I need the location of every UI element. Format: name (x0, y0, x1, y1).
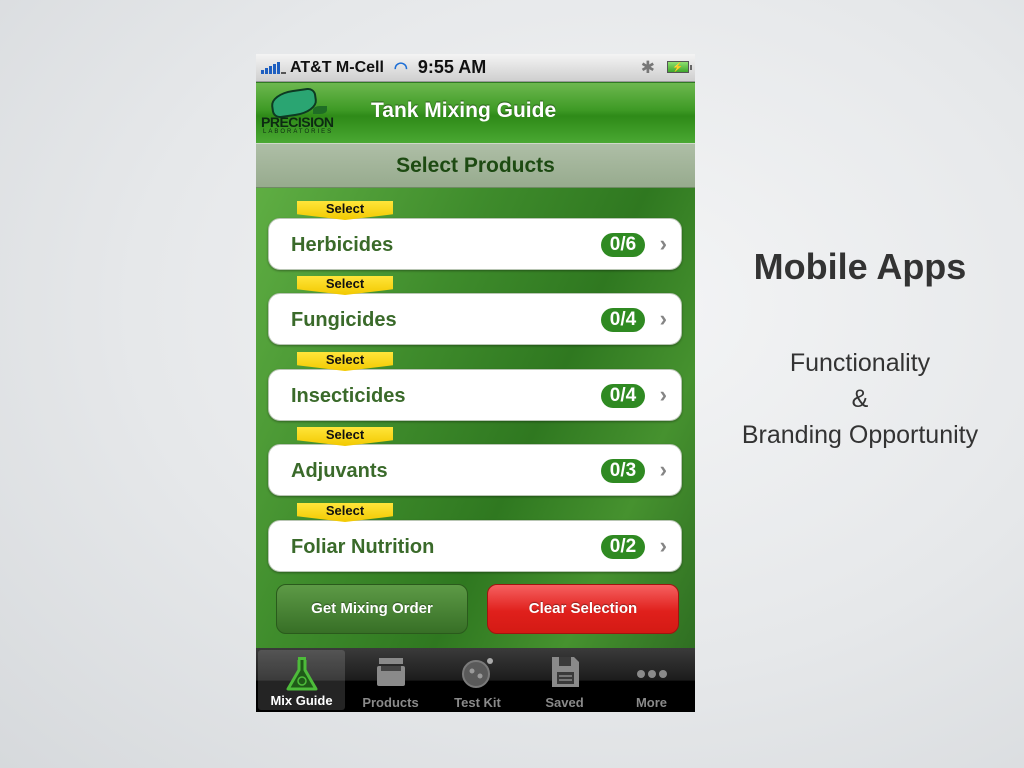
slide-title: Mobile Apps (753, 246, 967, 287)
status-bar: AT&T M-Cell ◠ 9:55 AM ✱ ⚡ (256, 54, 695, 82)
signal-icon (261, 61, 286, 74)
more-dots-icon (636, 670, 667, 678)
nav-bar: PRECISION LABORATORIES Tank Mixing Guide (256, 83, 695, 143)
tab-bar: Mix Guide Products Test Kit Saved More (256, 648, 695, 712)
tab-label: Products (362, 695, 419, 710)
tab-mix-guide[interactable]: Mix Guide (258, 650, 345, 710)
chevron-right-icon: › (659, 382, 667, 407)
wifi-icon: ◠ (393, 59, 408, 77)
category-row-insecticides[interactable]: Select Insecticides 0/4 › (268, 352, 682, 421)
tab-label: Test Kit (454, 695, 501, 710)
category-label: Foliar Nutrition (291, 536, 435, 558)
tab-label: Saved (545, 695, 584, 710)
count-badge: 0/3 (601, 459, 645, 483)
row-card[interactable]: Adjuvants 0/3 › (268, 444, 682, 496)
subtitle-line: Branding Opportunity (741, 421, 979, 449)
row-card[interactable]: Foliar Nutrition 0/2 › (268, 520, 682, 572)
row-card[interactable]: Herbicides 0/6 › (268, 218, 682, 270)
category-label: Herbicides (291, 234, 394, 256)
tray-icon (376, 658, 405, 686)
section-header: Select Products (256, 143, 695, 188)
precision-logo: PRECISION LABORATORIES (261, 86, 345, 138)
category-row-foliar-nutrition[interactable]: Select Foliar Nutrition 0/2 › (268, 503, 682, 572)
chevron-right-icon: › (659, 306, 667, 331)
row-card[interactable]: Insecticides 0/4 › (268, 369, 682, 421)
get-mixing-order-button[interactable]: Get Mixing Order (276, 584, 468, 634)
tab-saved[interactable]: Saved (521, 648, 608, 712)
category-label: Fungicides (291, 309, 397, 331)
nav-title: Tank Mixing Guide (371, 99, 557, 122)
flask-icon (286, 657, 317, 691)
category-label: Adjuvants (291, 460, 388, 482)
test-kit-icon (461, 658, 493, 688)
status-time: 9:55 AM (417, 57, 487, 77)
category-row-adjuvants[interactable]: Select Adjuvants 0/3 › (268, 427, 682, 496)
logo-subtext: LABORATORIES (263, 129, 334, 135)
carrier-name: AT&T M-Cell (290, 58, 384, 76)
tab-label: More (635, 695, 668, 710)
floppy-disk-icon (551, 657, 579, 687)
content-area: Select Herbicides 0/6 › Select Fungicide… (256, 188, 695, 648)
logo-word: PRECISION (261, 114, 334, 130)
category-row-fungicides[interactable]: Select Fungicides 0/4 › (268, 276, 682, 345)
category-label: Insecticides (291, 385, 406, 407)
row-card[interactable]: Fungicides 0/4 › (268, 293, 682, 345)
chevron-right-icon: › (659, 231, 667, 256)
category-row-herbicides[interactable]: Select Herbicides 0/6 › (268, 201, 682, 270)
subtitle-line: & (851, 385, 869, 413)
subtitle-line: Functionality (789, 349, 931, 377)
phone-screen: AT&T M-Cell ◠ 9:55 AM ✱ ⚡ PRECISION LABO… (256, 54, 695, 712)
count-badge: 0/4 (601, 308, 645, 332)
clear-selection-button[interactable]: Clear Selection (487, 584, 679, 634)
slide-subtitle: Functionality & Branding Opportunity (700, 345, 1020, 453)
tab-products[interactable]: Products (347, 648, 434, 712)
tab-label: Mix Guide (270, 693, 333, 708)
count-badge: 0/6 (601, 233, 645, 257)
sprout-icon (313, 106, 327, 114)
tab-test-kit[interactable]: Test Kit (434, 648, 521, 712)
count-badge: 0/2 (601, 535, 645, 559)
chevron-right-icon: › (659, 533, 667, 558)
count-badge: 0/4 (601, 384, 645, 408)
bluetooth-icon: ✱ (640, 58, 655, 77)
tab-more[interactable]: More (608, 648, 695, 712)
chevron-right-icon: › (659, 457, 667, 482)
battery-charging-icon: ⚡ (667, 61, 692, 73)
